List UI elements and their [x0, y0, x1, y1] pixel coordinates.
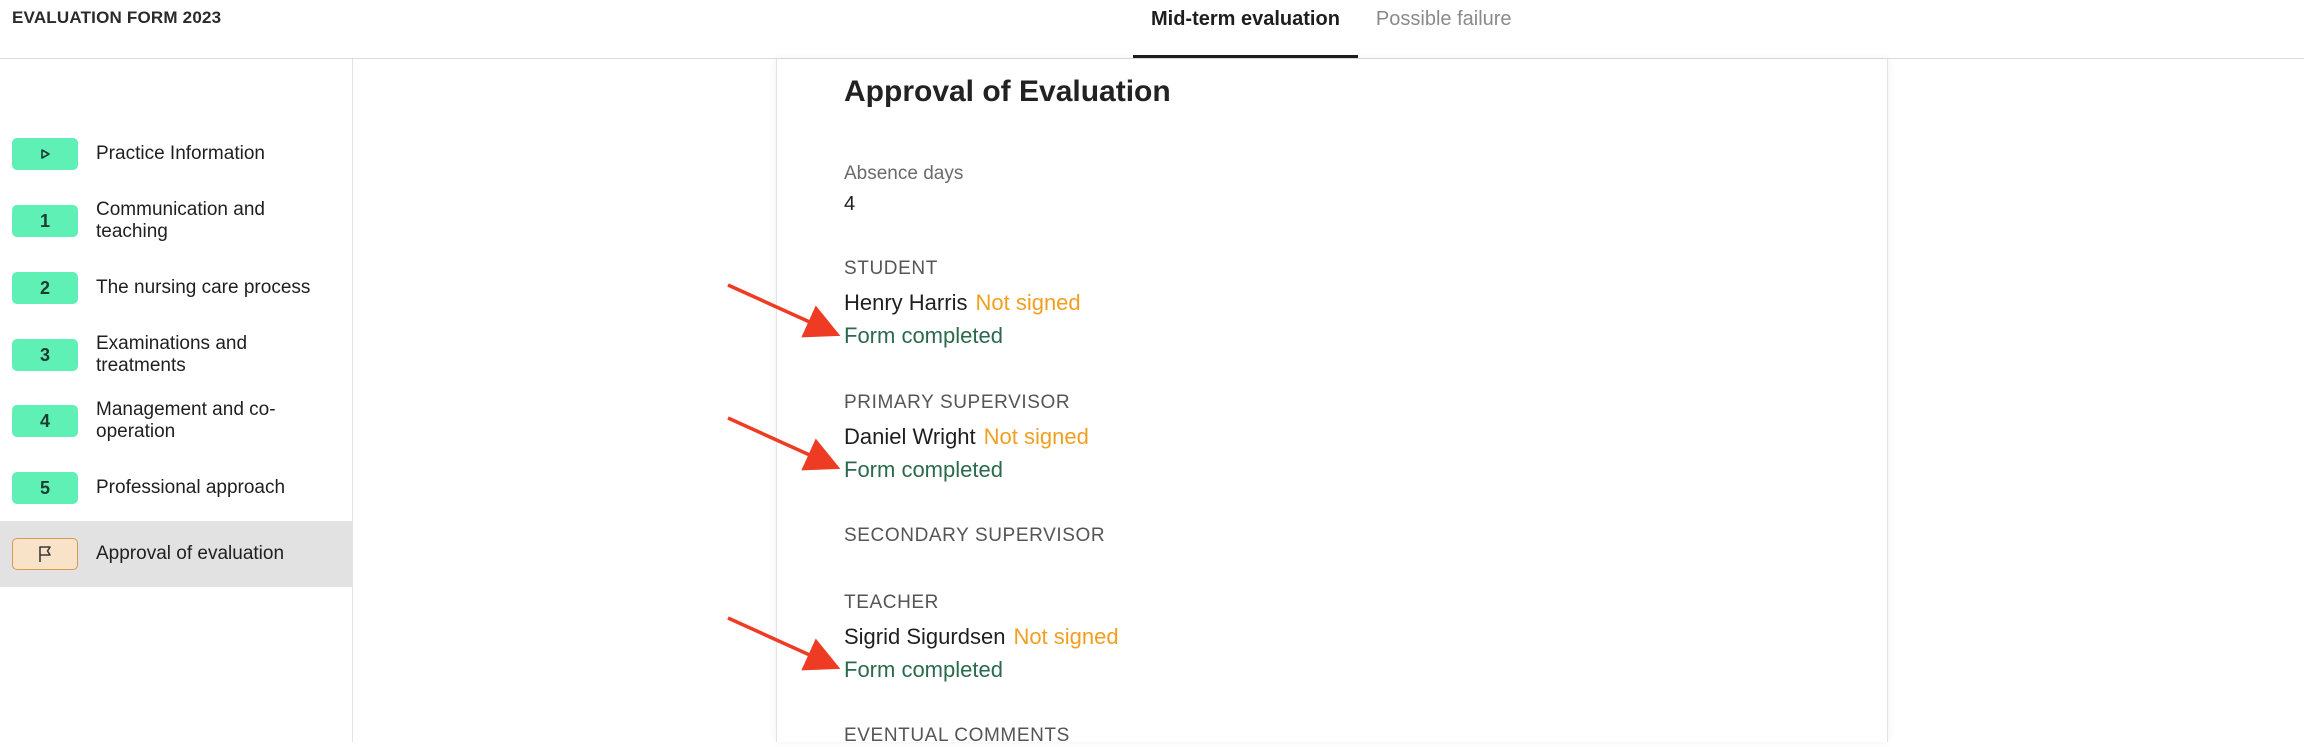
arrow-primary-supervisor: [727, 416, 841, 471]
arrow-student: [727, 283, 841, 338]
annotation-arrows: [727, 283, 841, 671]
arrow-teacher: [727, 616, 841, 671]
